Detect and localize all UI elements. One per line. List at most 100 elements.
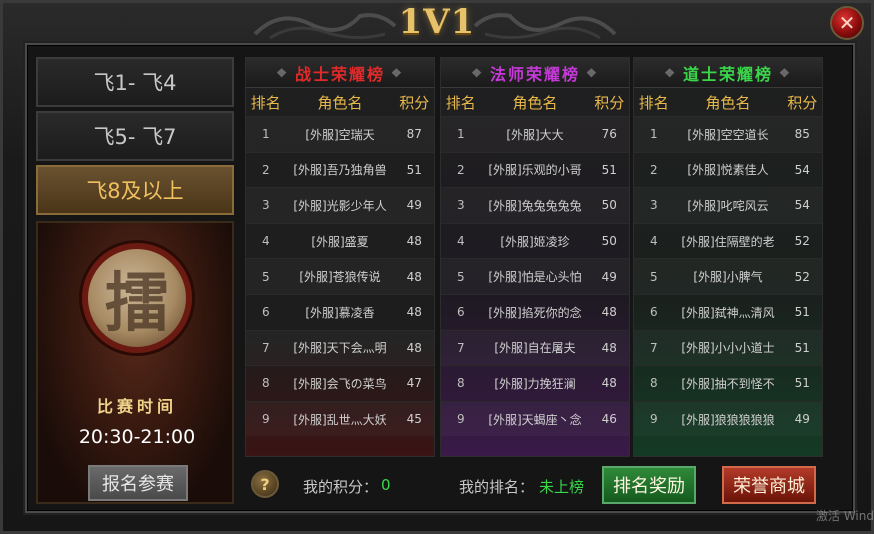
cell-score: 52: [794, 234, 810, 249]
cell-name: [外服]天下会灬明: [293, 341, 387, 356]
tier-tab-2[interactable]: 飞5- 飞7: [36, 111, 234, 161]
ornament-icon: ❖: [664, 65, 677, 80]
board-title-text: 道士荣耀榜: [682, 64, 773, 84]
cell-rank: 1: [261, 127, 270, 142]
cell-rank: 8: [261, 376, 270, 391]
table-row: 1 [外服]大大 76: [441, 116, 629, 152]
cell-rank: 4: [456, 234, 465, 249]
cell-name: [外服]空空道长: [687, 127, 769, 142]
table-row: 7 [外服]自在屠夫 48: [441, 329, 629, 366]
cell-name: [外服]力挽狂澜: [494, 376, 576, 391]
table-row: 4 [外服]盛夏 48: [246, 222, 434, 259]
my-rank-label: 我的排名：: [459, 478, 535, 496]
tier-tab-1[interactable]: 飞1- 飞4: [36, 57, 234, 107]
cell-name: [外服]苍狼传说: [299, 270, 381, 285]
cell-name: [外服]悦素佳人: [687, 163, 769, 178]
cell-name: [外服]掐死你的念: [488, 305, 582, 320]
cell-name: [外服]狼狼狼狼狼: [681, 412, 775, 427]
cell-rank: 9: [456, 412, 465, 427]
ornament-icon: ❖: [586, 65, 599, 80]
tier-tab-label: 飞5- 飞7: [93, 125, 177, 149]
cell-score: 48: [601, 376, 617, 391]
board-title: ❖ 法师荣耀榜 ❖: [441, 58, 629, 88]
cell-score: 85: [794, 127, 810, 142]
cell-name: [外服]怕是心头怕: [488, 270, 582, 285]
table-row: 9 [外服]狼狼狼狼狼 49: [634, 400, 822, 437]
os-activation-watermark: 激活 Wind: [816, 509, 874, 523]
header-rank: 排名: [638, 93, 669, 112]
table-row: 3 [外服]兔兔兔兔兔 50: [441, 187, 629, 223]
cell-score: 49: [406, 198, 422, 213]
cell-name: [外服]姬凌珍: [500, 234, 570, 249]
cell-rank: 9: [261, 412, 270, 427]
cell-rank: 1: [649, 127, 658, 142]
header-score: 积分: [399, 93, 430, 112]
ornament-icon: ❖: [391, 65, 404, 80]
signup-button[interactable]: 报名参赛: [88, 465, 188, 501]
match-time: 20:30-21:00: [78, 426, 196, 448]
tier-tab-3[interactable]: 飞8及以上: [36, 165, 234, 215]
cell-rank: 4: [261, 234, 270, 249]
cell-rank: 2: [456, 162, 465, 177]
rows: 1 [外服]空空道长 85 2 [外服]悦素佳人 54 3 [外服]叱咤风云 54 4 [外服…: [634, 116, 822, 436]
cell-name: [外服]天蝎座丶念: [488, 412, 582, 427]
cell-score: 52: [794, 269, 810, 284]
cell-rank: 5: [649, 269, 658, 284]
table-row: 5 [外服]小脾气 52: [634, 258, 822, 294]
table-row: 6 [外服]慕凌香 48: [246, 293, 434, 330]
dragon-ornament-icon: [253, 13, 397, 40]
cell-rank: 7: [456, 340, 465, 355]
bottom-bar: ? 我的积分： 0 我的排名： 未上榜 排名奖励 荣誉商城: [245, 462, 823, 506]
header-name: 角色名: [705, 93, 751, 112]
close-icon: ✕: [838, 11, 856, 35]
cell-score: 49: [601, 269, 617, 284]
cell-name: [外服]乐观的小哥: [488, 163, 582, 178]
leaderboards: ❖ 战士荣耀榜 ❖ 排名 角色名 积分 1 [外服]空瑞天 87 2 [外服]吾乃独角…: [245, 57, 823, 457]
cell-rank: 2: [261, 162, 270, 177]
cell-rank: 9: [649, 412, 658, 427]
header-score: 积分: [787, 93, 818, 112]
cell-rank: 8: [456, 376, 465, 391]
cell-score: 48: [601, 305, 617, 320]
cell-rank: 8: [649, 376, 658, 391]
cell-name: [外服]小小小道士: [681, 341, 775, 356]
cell-rank: 1: [456, 127, 465, 142]
rows: 1 [外服]大大 76 2 [外服]乐观的小哥 51 3 [外服]兔兔兔兔兔 50 4 [外服…: [441, 116, 629, 436]
cell-name: [外服]会飞の菜鸟: [293, 376, 387, 391]
ornament-icon: ❖: [276, 65, 289, 80]
cell-rank: 6: [261, 305, 270, 320]
column-headers: 排名 角色名 积分: [246, 88, 434, 116]
table-row: 5 [外服]苍狼传说 48: [246, 258, 434, 294]
help-button[interactable]: ?: [251, 470, 279, 498]
cell-name: [外服]慕凌香: [305, 305, 375, 320]
close-button[interactable]: ✕: [830, 6, 864, 40]
table-row: 6 [外服]掐死你的念 48: [441, 293, 629, 330]
table-row: 9 [外服]乱世灬大妖 45: [246, 400, 434, 437]
board-title: ❖ 道士荣耀榜 ❖: [634, 58, 822, 88]
tier-tab-label: 飞1- 飞4: [93, 71, 177, 95]
cell-name: [外服]叱咤风云: [687, 198, 769, 213]
table-row: 2 [外服]吾乃独角兽 51: [246, 151, 434, 188]
column-headers: 排名 角色名 积分: [634, 88, 822, 116]
ornament-icon: ❖: [779, 65, 792, 80]
cell-score: 54: [794, 162, 810, 177]
table-row: 8 [外服]力挽狂澜 48: [441, 365, 629, 401]
board-title-text: 法师荣耀榜: [489, 64, 580, 84]
rank-reward-button[interactable]: 排名奖励: [602, 466, 696, 504]
cell-score: 76: [601, 127, 617, 142]
table-row: 3 [外服]叱咤风云 54: [634, 187, 822, 223]
table-row: 6 [外服]弑神灬清风 51: [634, 293, 822, 330]
cell-score: 87: [406, 127, 422, 142]
cell-name: [外服]大大: [506, 127, 564, 142]
cell-rank: 3: [261, 198, 270, 213]
ornament-icon: ❖: [471, 65, 484, 80]
warrior-leaderboard: ❖ 战士荣耀榜 ❖ 排名 角色名 积分 1 [外服]空瑞天 87 2 [外服]吾乃独角…: [245, 57, 435, 457]
drum-character: 擂: [105, 266, 169, 341]
honor-shop-button[interactable]: 荣誉商城: [722, 466, 816, 504]
board-title-text: 战士荣耀榜: [294, 64, 385, 84]
cell-score: 46: [601, 412, 617, 427]
my-score-label: 我的积分：: [303, 478, 379, 496]
cell-score: 54: [794, 198, 810, 213]
mage-leaderboard: ❖ 法师荣耀榜 ❖ 排名 角色名 积分 1 [外服]大大 76 2 [外服]乐观的小哥…: [440, 57, 630, 457]
cell-score: 48: [406, 305, 422, 320]
